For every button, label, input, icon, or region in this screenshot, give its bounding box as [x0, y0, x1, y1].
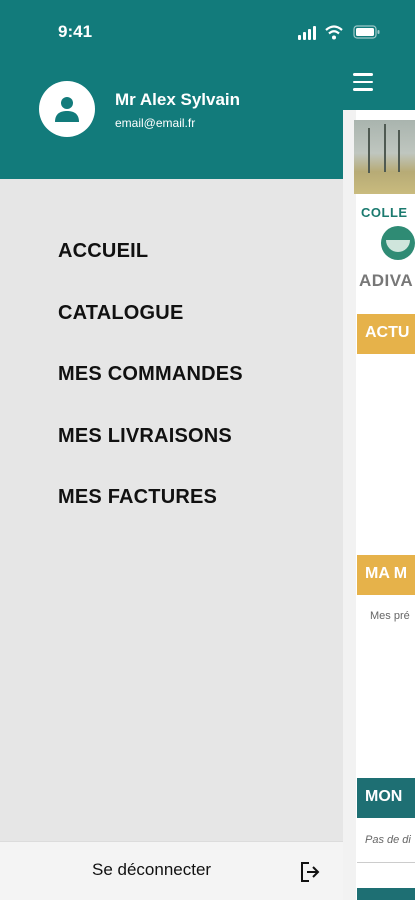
- menu-item-mes-factures[interactable]: MES FACTURES: [58, 486, 243, 548]
- status-bar: 9:41: [0, 0, 415, 60]
- menu-item-mes-commandes[interactable]: MES COMMANDES: [58, 363, 243, 425]
- logout-button[interactable]: Se déconnecter: [0, 841, 343, 900]
- banner-mon-label: MON: [365, 788, 403, 805]
- wifi-icon: [325, 25, 343, 40]
- brand-text: ADIVA: [359, 271, 414, 290]
- logout-label: Se déconnecter: [92, 860, 212, 879]
- logout-icon: [301, 862, 320, 882]
- bottom-banner: [357, 888, 415, 900]
- banner-mon[interactable]: MON: [357, 778, 415, 818]
- user-email: email@email.fr: [115, 116, 196, 130]
- signal-icon: [298, 26, 316, 40]
- user-icon: [55, 97, 79, 122]
- avatar[interactable]: [39, 81, 95, 137]
- banner-ma-subtext: Mes pré: [370, 610, 410, 622]
- battery-icon: [353, 25, 380, 39]
- banner-actu[interactable]: ACTU: [357, 314, 415, 354]
- background-app-screen: COLLE ADIVA ACTU MA M Mes pré MON Pas de…: [343, 0, 415, 900]
- background-photo: [354, 120, 415, 194]
- collection-text: COLLE: [361, 205, 408, 220]
- hamburger-menu-icon[interactable]: [353, 73, 373, 91]
- banner-actu-label: ACTU: [365, 324, 410, 341]
- banner-ma-label: MA M: [365, 565, 408, 582]
- menu-item-accueil[interactable]: ACCUEIL: [58, 240, 243, 302]
- divider: [357, 862, 415, 863]
- menu-item-catalogue[interactable]: CATALOGUE: [58, 302, 243, 364]
- banner-mon-subtext: Pas de di: [365, 834, 411, 846]
- menu-item-mes-livraisons[interactable]: MES LIVRAISONS: [58, 425, 243, 487]
- navigation-drawer: Mr Alex Sylvain email@email.fr ACCUEIL C…: [0, 0, 343, 900]
- banner-ma[interactable]: MA M: [357, 555, 415, 595]
- brand-logo-icon: [381, 226, 415, 260]
- drawer-menu: ACCUEIL CATALOGUE MES COMMANDES MES LIVR…: [58, 240, 243, 548]
- status-indicators: [298, 25, 380, 40]
- user-name: Mr Alex Sylvain: [115, 90, 241, 109]
- status-time: 9:41: [58, 22, 93, 41]
